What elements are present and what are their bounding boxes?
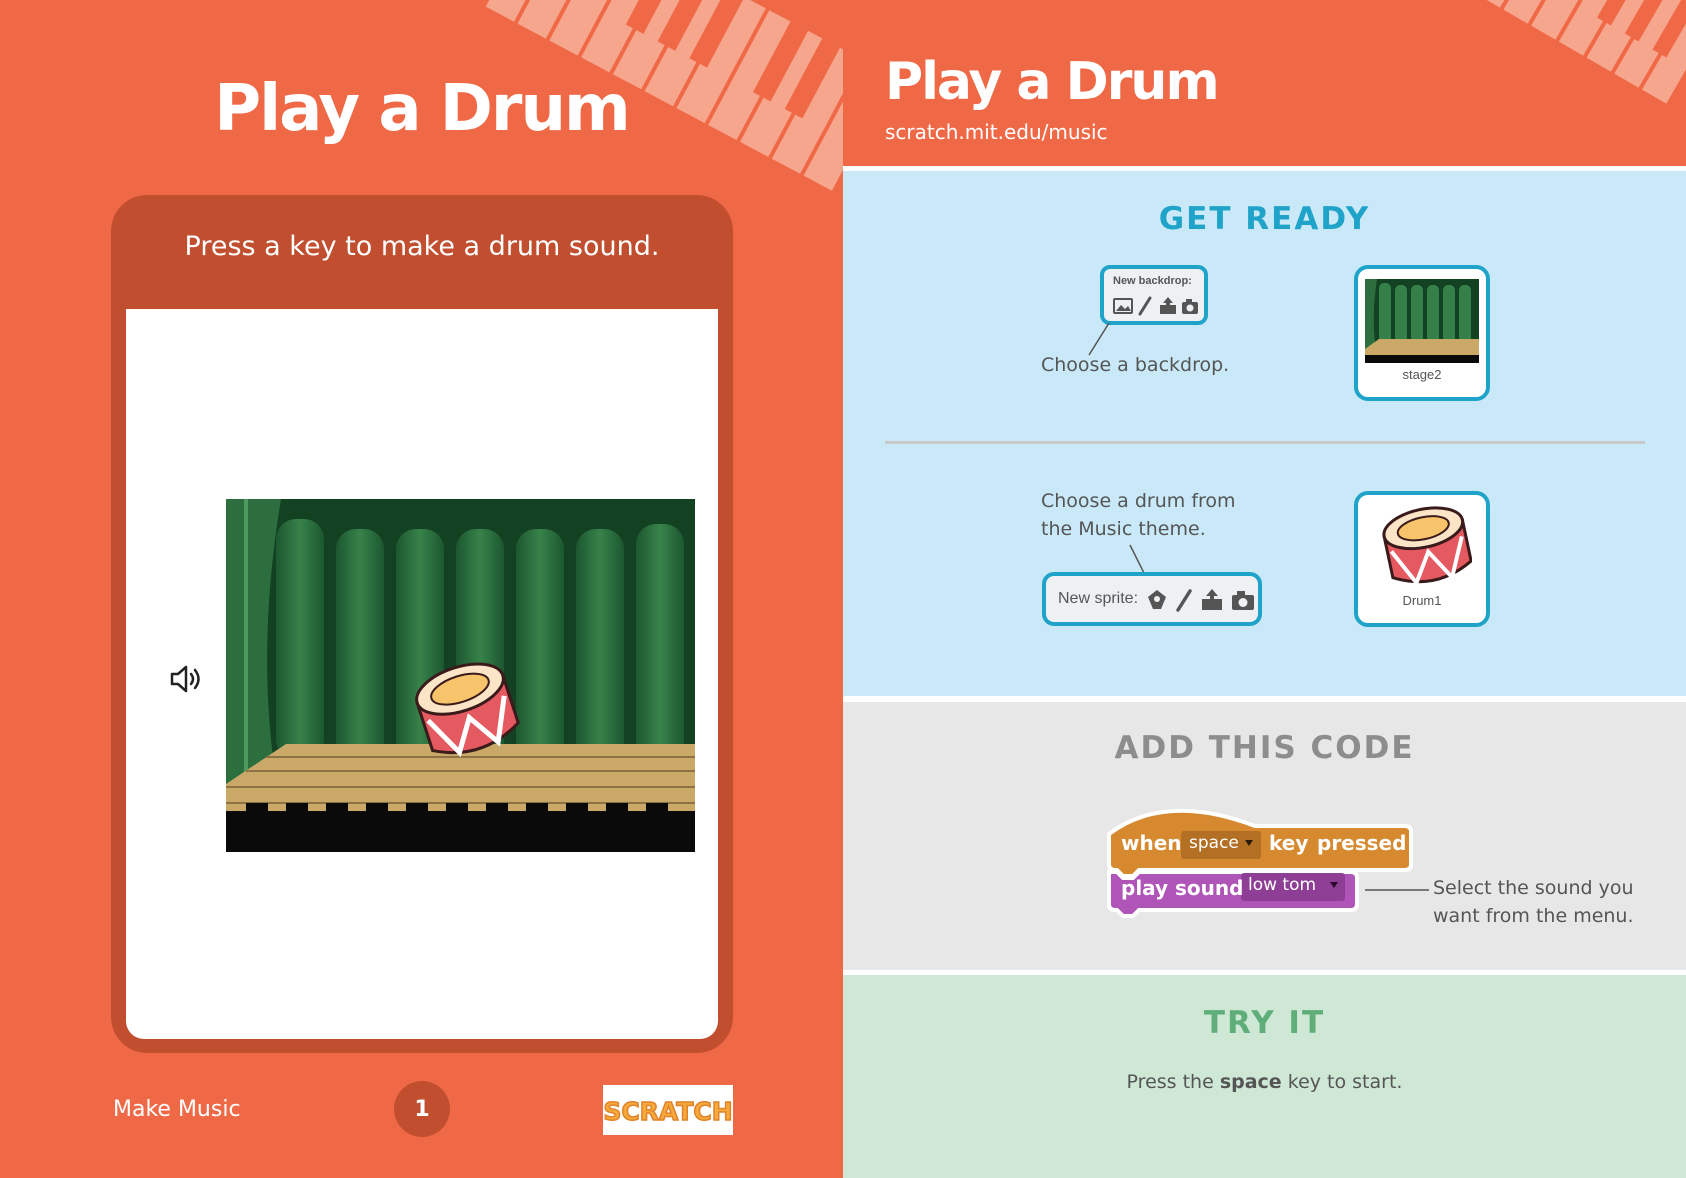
preview-area [126, 309, 718, 1039]
play-label: play [1121, 876, 1169, 900]
stage-thumbnail-label: stage2 [1402, 367, 1442, 382]
try-it-heading: TRY IT [1203, 1005, 1326, 1041]
key-label: key [1269, 831, 1309, 855]
left-page: Play a Drum Press a key to make a drum s… [0, 0, 843, 1178]
code-caption-line1: Select the sound you [1433, 877, 1634, 899]
section-divider [885, 441, 1645, 444]
new-sprite-label: New sprite: [1058, 590, 1139, 607]
upload-icon [1202, 589, 1222, 610]
drum-caption-line2: the Music theme. [1041, 518, 1206, 540]
drum-sprite-image [1382, 506, 1472, 587]
backdrop-caption: Choose a backdrop. [1041, 354, 1230, 376]
when-label: when [1121, 831, 1182, 855]
add-code-section: ADD THIS CODE when space key pressed pla… [843, 702, 1686, 970]
backdrop-tool-icons [1113, 296, 1198, 316]
drum-sprite-thumbnail: Drum1 [1354, 491, 1490, 627]
page-number-badge: 1 [394, 1081, 450, 1137]
upload-icon [1160, 297, 1176, 314]
camera-icon [1182, 299, 1198, 314]
image-library-icon [1113, 298, 1133, 314]
paintbrush-icon [1138, 296, 1152, 316]
try-it-key: space [1219, 1071, 1282, 1093]
page-title: Play a Drum [214, 72, 630, 146]
sprite-library-icon [1148, 590, 1166, 609]
svg-text:SCRATCH: SCRATCH [603, 1097, 732, 1126]
get-ready-section: GET READY New backdrop: Choose a backdro… [843, 171, 1686, 696]
code-blocks: when space key pressed play sound low to… [1105, 798, 1435, 928]
add-code-heading: ADD THIS CODE [1114, 730, 1415, 766]
card-instruction: Press a key to make a drum sound. [184, 231, 660, 262]
drum-caption-line1: Choose a drum from [1041, 490, 1236, 512]
new-backdrop-panel: New backdrop: [1100, 265, 1208, 325]
drum-caption: Choose a drum from the Music theme. [1041, 487, 1271, 543]
scratch-logo: SCRATCH [603, 1085, 733, 1135]
right-page: Play a Drum scratch.mit.edu/music GET RE… [843, 0, 1686, 1178]
leader-line [1365, 889, 1429, 891]
new-backdrop-label: New backdrop: [1113, 275, 1192, 287]
preview-card: Press a key to make a drum sound. [111, 195, 733, 1053]
page-title: Play a Drum [885, 52, 1220, 112]
header: Play a Drum scratch.mit.edu/music [843, 0, 1686, 166]
stage-thumbnail-image [1365, 279, 1479, 363]
speaker-icon[interactable] [166, 659, 206, 699]
try-it-text: Press the space key to start. [843, 1071, 1686, 1093]
get-ready-heading: GET READY [1158, 201, 1371, 237]
camera-icon [1232, 591, 1254, 610]
code-caption: Select the sound you want from the menu. [1433, 874, 1663, 930]
code-block-shapes [1107, 808, 1413, 918]
sound-dropdown[interactable]: low tom [1248, 875, 1316, 895]
new-sprite-panel: New sprite: [1042, 572, 1262, 626]
stage-scene-image [226, 499, 695, 852]
piano-keys-decoration [1475, 0, 1686, 104]
try-it-text-after: key to start. [1281, 1071, 1403, 1093]
try-it-text-before: Press the [1126, 1071, 1220, 1093]
stage-thumbnail: stage2 [1354, 265, 1490, 401]
pressed-label: pressed [1317, 831, 1407, 855]
footer-label: Make Music [113, 1097, 241, 1122]
sprite-tool-icons [1148, 589, 1254, 612]
try-it-section: TRY IT Press the space key to start. [843, 975, 1686, 1178]
key-dropdown[interactable]: space [1189, 833, 1239, 853]
code-caption-line2: want from the menu. [1433, 905, 1634, 927]
project-url[interactable]: scratch.mit.edu/music [885, 120, 1108, 144]
drum-thumbnail-label: Drum1 [1402, 593, 1442, 608]
sound-label: sound [1175, 876, 1244, 900]
paintbrush-icon [1176, 589, 1192, 612]
